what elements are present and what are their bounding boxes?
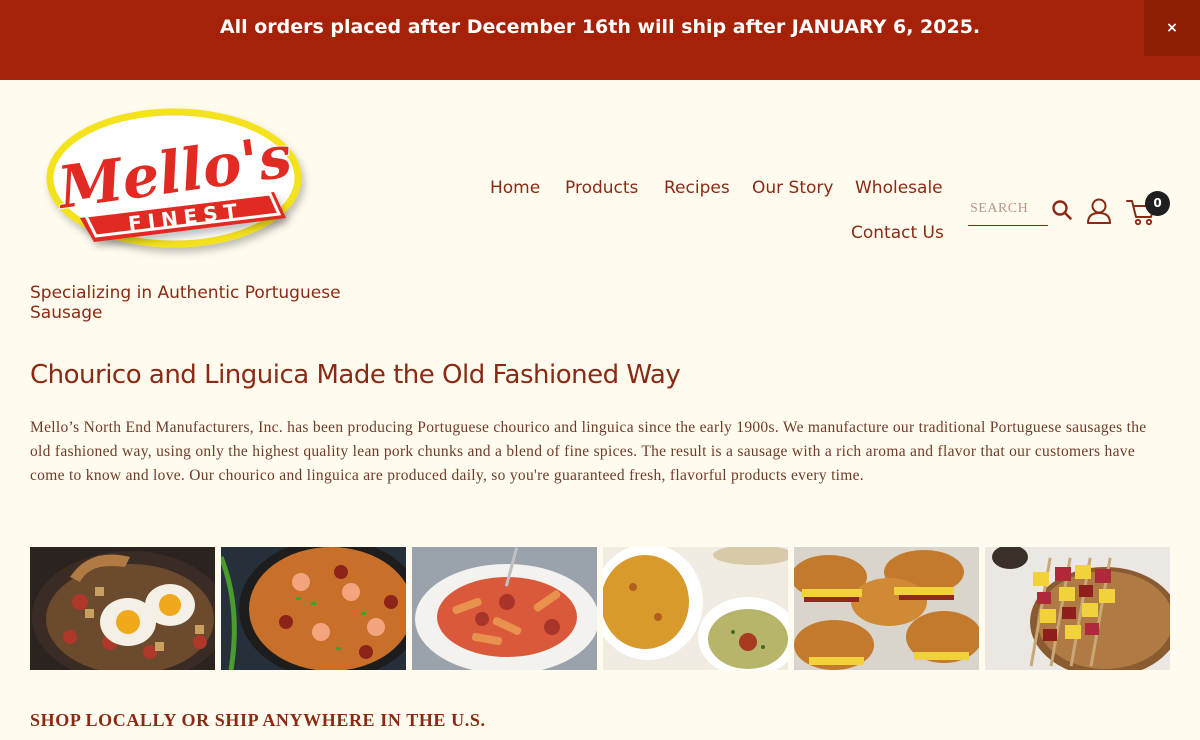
gallery-photo-skewers[interactable] bbox=[985, 547, 1170, 670]
close-icon[interactable]: × bbox=[1166, 20, 1178, 36]
search-input[interactable] bbox=[968, 196, 1046, 222]
announcement-text: All orders placed after December 16th wi… bbox=[219, 16, 981, 38]
gallery-photo-penne[interactable] bbox=[412, 547, 597, 670]
nav-our-story[interactable]: Our Story bbox=[752, 178, 833, 198]
food-gallery bbox=[30, 547, 1170, 670]
nav-products[interactable]: Products bbox=[565, 178, 638, 198]
search-box bbox=[968, 196, 1048, 226]
gallery-photo-croissants[interactable] bbox=[794, 547, 979, 670]
brand-tagline: Specializing in Authentic Portuguese Sau… bbox=[30, 283, 341, 323]
search-icon[interactable] bbox=[1051, 199, 1073, 221]
account-icon[interactable] bbox=[1086, 197, 1112, 225]
close-announcement-button[interactable]: × bbox=[1144, 0, 1200, 56]
nav-wholesale[interactable]: Wholesale bbox=[855, 178, 943, 198]
announcement-bar: All orders placed after December 16th wi… bbox=[0, 0, 1200, 80]
gallery-photo-jambalaya[interactable] bbox=[221, 547, 406, 670]
page-headline: Chourico and Linguica Made the Old Fashi… bbox=[30, 360, 681, 390]
brand-logo[interactable]: FINEST Mello's bbox=[36, 100, 336, 260]
gallery-photo-skillet-eggs[interactable] bbox=[30, 547, 215, 670]
nav-recipes[interactable]: Recipes bbox=[664, 178, 730, 198]
nav-contact-us[interactable]: Contact Us bbox=[851, 223, 944, 243]
nav-home[interactable]: Home bbox=[490, 178, 540, 198]
shop-heading: SHOP LOCALLY OR SHIP ANYWHERE IN THE U.S… bbox=[30, 710, 486, 730]
gallery-photo-soups[interactable] bbox=[603, 547, 788, 670]
cart-count-badge[interactable]: 0 bbox=[1145, 191, 1170, 216]
intro-paragraph: Mello’s North End Manufacturers, Inc. ha… bbox=[30, 419, 1147, 484]
